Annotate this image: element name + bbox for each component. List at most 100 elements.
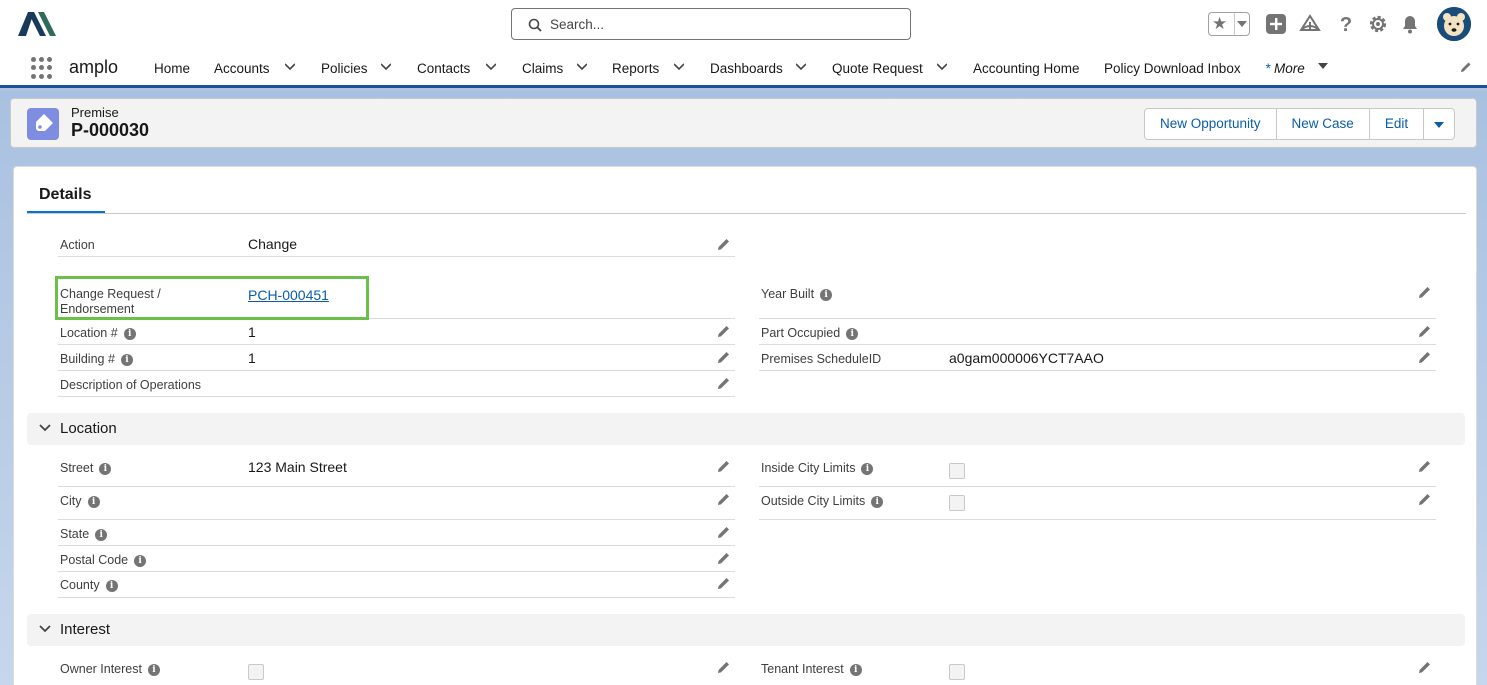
- info-icon[interactable]: i: [134, 554, 147, 567]
- field-year-built: Year Built i: [759, 277, 1436, 319]
- field-label: Part Occupied i: [761, 326, 859, 341]
- app-nav-bar: amplo Home Accounts Policies Contacts Cl…: [0, 48, 1487, 88]
- star-icon[interactable]: ★: [1212, 14, 1227, 34]
- nav-item-dashboards[interactable]: Dashboards: [710, 61, 783, 76]
- info-icon[interactable]: i: [123, 327, 136, 340]
- new-opportunity-button[interactable]: New Opportunity: [1144, 108, 1277, 140]
- pencil-icon[interactable]: [717, 376, 731, 390]
- field-label: Description of Operations: [60, 378, 202, 392]
- pencil-icon[interactable]: [1418, 324, 1432, 338]
- nav-item-policies[interactable]: Policies: [321, 61, 368, 76]
- pencil-icon[interactable]: [717, 551, 731, 565]
- new-case-button[interactable]: New Case: [1275, 108, 1370, 140]
- trailhead-icon[interactable]: [1298, 12, 1322, 36]
- info-icon[interactable]: i: [105, 579, 118, 592]
- field-postal-code: Postal Code i: [58, 546, 735, 572]
- pencil-icon[interactable]: [1418, 285, 1432, 299]
- tag-icon: [36, 114, 53, 131]
- app-name: amplo: [69, 57, 119, 77]
- inside-city-limits-checkbox[interactable]: [949, 463, 965, 479]
- help-icon[interactable]: ?: [1334, 12, 1358, 36]
- pencil-icon[interactable]: [717, 237, 731, 251]
- info-icon[interactable]: i: [147, 663, 160, 676]
- nav-item-more[interactable]: * More: [1265, 61, 1305, 76]
- section-header-interest[interactable]: Interest: [27, 614, 1465, 646]
- section-title: Interest: [60, 621, 111, 638]
- chevron-down-icon[interactable]: [1237, 21, 1247, 27]
- chevron-down-icon[interactable]: [285, 63, 295, 71]
- user-avatar[interactable]: [1437, 7, 1471, 41]
- pencil-icon[interactable]: [717, 324, 731, 338]
- field-description-of-operations: Description of Operations: [58, 371, 735, 397]
- field-label: Tenant Interest i: [761, 662, 862, 677]
- chevron-down-icon[interactable]: [674, 63, 684, 71]
- info-icon[interactable]: i: [861, 462, 874, 475]
- info-icon[interactable]: i: [120, 353, 133, 366]
- info-icon[interactable]: i: [99, 462, 112, 475]
- caret-down-icon[interactable]: [1318, 62, 1328, 70]
- chevron-down-icon[interactable]: [796, 63, 806, 71]
- chevron-down-icon[interactable]: [486, 63, 496, 71]
- chevron-down-icon[interactable]: [39, 625, 51, 633]
- pencil-icon[interactable]: [717, 459, 731, 473]
- field-location-number: Location # i 1: [58, 319, 735, 345]
- search-icon: [528, 18, 542, 32]
- field-owner-interest: Owner Interest i: [58, 655, 735, 685]
- section-header-location[interactable]: Location: [27, 413, 1465, 445]
- nav-item-reports[interactable]: Reports: [612, 61, 659, 76]
- amplo-logo-icon[interactable]: [18, 10, 56, 38]
- add-icon[interactable]: [1264, 12, 1288, 36]
- pencil-icon[interactable]: [717, 576, 731, 590]
- edit-nav-icon[interactable]: [1459, 60, 1473, 74]
- app-launcher-icon[interactable]: [31, 57, 53, 79]
- global-search-input[interactable]: Search...: [511, 8, 911, 40]
- edit-button[interactable]: Edit: [1368, 108, 1425, 140]
- chevron-down-icon[interactable]: [577, 63, 587, 71]
- owner-interest-checkbox[interactable]: [248, 664, 264, 680]
- field-label: Street i: [60, 461, 112, 476]
- pencil-icon[interactable]: [717, 525, 731, 539]
- field-value: Change: [248, 236, 298, 252]
- field-inside-city-limits: Inside City Limits i: [759, 453, 1436, 487]
- nav-item-home[interactable]: Home: [154, 61, 190, 76]
- bell-icon[interactable]: [1398, 12, 1422, 36]
- chevron-down-icon[interactable]: [381, 63, 391, 71]
- chevron-down-icon[interactable]: [39, 424, 51, 432]
- favorites-button-group[interactable]: ★: [1208, 12, 1250, 36]
- field-label: Year Built i: [761, 287, 833, 302]
- chevron-down-icon[interactable]: [937, 63, 947, 71]
- tab-details[interactable]: Details: [39, 186, 91, 204]
- nav-item-contacts[interactable]: Contacts: [417, 61, 470, 76]
- pencil-icon[interactable]: [1418, 459, 1432, 473]
- tenant-interest-checkbox[interactable]: [949, 664, 965, 680]
- details-card: Details Action Change Change Request / En…: [13, 166, 1477, 685]
- gear-icon[interactable]: [1366, 12, 1390, 36]
- nav-item-accounting-home[interactable]: Accounting Home: [973, 61, 1080, 76]
- info-icon[interactable]: i: [820, 288, 833, 301]
- pencil-icon[interactable]: [1418, 660, 1432, 674]
- pencil-icon[interactable]: [1418, 350, 1432, 364]
- field-label: City i: [60, 494, 100, 509]
- info-icon[interactable]: i: [846, 327, 859, 340]
- nav-item-claims[interactable]: Claims: [522, 61, 563, 76]
- bear-icon: [1437, 7, 1471, 41]
- nav-item-policy-download-inbox[interactable]: Policy Download Inbox: [1104, 61, 1241, 76]
- pencil-icon[interactable]: [1418, 492, 1432, 506]
- svg-text:?: ?: [1340, 14, 1352, 36]
- field-label: Postal Code i: [60, 553, 147, 568]
- pencil-icon[interactable]: [717, 660, 731, 674]
- info-icon[interactable]: i: [871, 495, 884, 508]
- info-icon[interactable]: i: [87, 495, 100, 508]
- outside-city-limits-checkbox[interactable]: [949, 495, 965, 511]
- nav-item-accounts[interactable]: Accounts: [214, 61, 270, 76]
- pencil-icon[interactable]: [717, 492, 731, 506]
- info-icon[interactable]: i: [849, 663, 862, 676]
- more-actions-button[interactable]: [1423, 108, 1456, 140]
- info-icon[interactable]: i: [95, 528, 108, 541]
- nav-item-quote-request[interactable]: Quote Request: [832, 61, 923, 76]
- field-part-occupied: Part Occupied i: [759, 319, 1436, 345]
- record-header: Premise P-000030 New Opportunity New Cas…: [10, 98, 1477, 148]
- field-label: Action: [60, 238, 95, 252]
- caret-down-icon: [1434, 122, 1445, 128]
- pencil-icon[interactable]: [717, 350, 731, 364]
